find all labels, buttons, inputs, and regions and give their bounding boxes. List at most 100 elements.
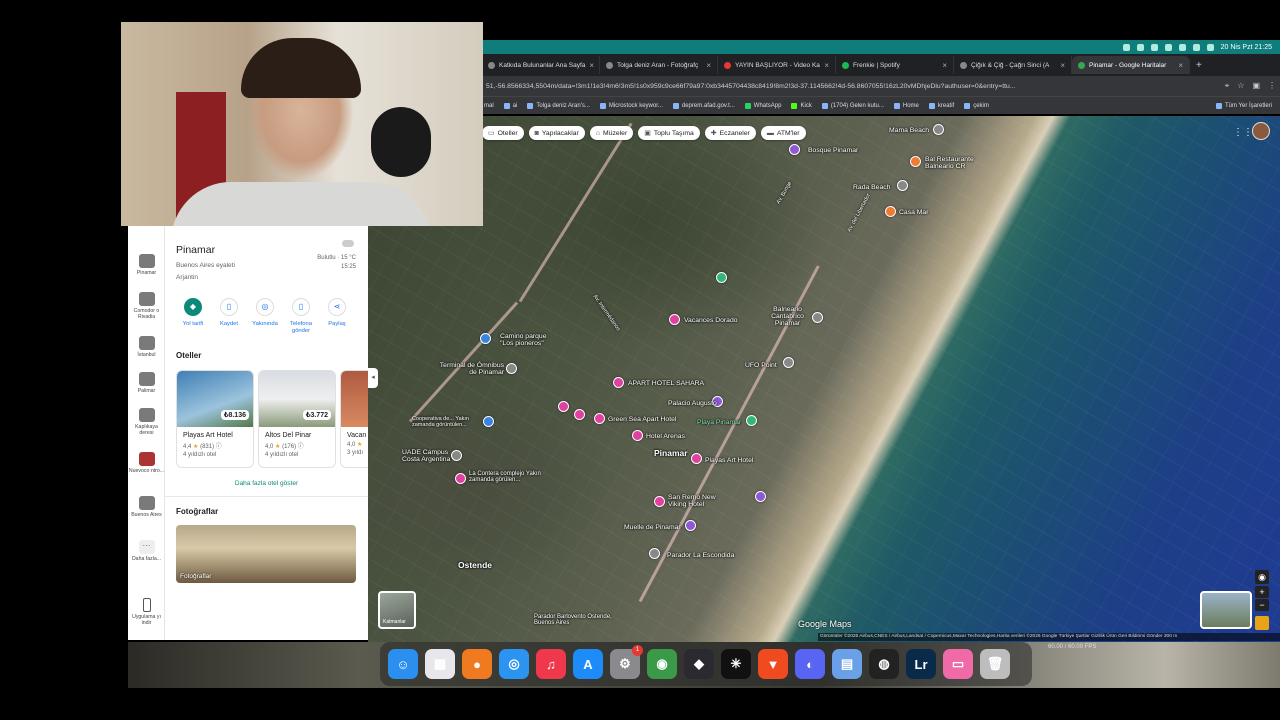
map-label-ufo[interactable]: UFO Point [745,362,777,369]
control-center-icon[interactable] [1206,43,1214,51]
bookmark-item[interactable]: Tolga deniz Aran's... [527,102,590,109]
map-pin-ufo[interactable] [783,357,794,368]
url-text[interactable]: 51,-56.8566334,5504m/data=!3m1!1e3!4m6!3… [486,83,1225,90]
tab-katkida[interactable]: Katkıda Bulunanlar Ana Sayfa × [482,56,600,74]
map-pin-park[interactable] [716,272,727,283]
map-pin-casa[interactable] [885,206,896,217]
map-pin-bosque[interactable] [789,144,800,155]
tray-icon[interactable] [1150,43,1158,51]
map-label-playas[interactable]: Playas Art Hotel [705,457,753,464]
bookmark-item[interactable]: ai [503,102,517,109]
map-pin-cursor-spot[interactable] [755,491,766,502]
sidebar-item-pinamar[interactable]: Pinamar [128,254,165,276]
hotel-card[interactable]: ₺8.136 Playas Art Hotel 4,4 ★ (831) ⓘ 4 … [176,370,254,468]
map-pin-sanremo[interactable] [654,496,665,507]
map-label-barlovento[interactable]: Parador Barlovento Ostende, Buenos Aires [534,614,614,626]
map-label-bal[interactable]: Bal Restaurante Balneario CR [925,156,985,170]
map-label-pinamar[interactable]: Pinamar [654,448,688,458]
map-pin-muelle[interactable] [685,520,696,531]
hotel-card[interactable]: Vacan 4,0 ★ 3 yıldı [340,370,368,468]
bookmark-item[interactable]: Microstock keywor... [599,102,663,109]
bookmark-item[interactable]: mal [484,103,494,109]
bookmark-item[interactable]: Home [893,102,919,109]
map-pin-hotel-a[interactable] [558,401,569,412]
close-icon[interactable]: × [589,61,594,70]
my-location-button[interactable]: ◉ [1255,570,1269,584]
sidebar-item-istanbul[interactable]: İstanbul [128,336,165,358]
davinci-icon[interactable]: ◆ [684,649,714,679]
map-label-playa[interactable]: Playa Pinamar [697,419,741,426]
all-bookmarks[interactable]: Tüm Yer İşaretleri [1215,102,1278,109]
map-pin-coop[interactable] [483,416,494,427]
map-pin-parador[interactable] [649,548,660,559]
map-pin-terminal[interactable] [506,363,517,374]
account-avatar[interactable] [1252,122,1270,140]
safari-icon[interactable]: ◎ [499,649,529,679]
system-settings-icon[interactable]: ⚙ 1 [610,645,643,679]
street-view-pegman-icon[interactable] [1255,616,1269,630]
search-icon[interactable] [1192,43,1200,51]
sidebar-item-more[interactable]: ··· Daha fazla... [128,540,165,562]
map-pin-playa[interactable] [746,415,757,426]
map-pin-hotel-b[interactable] [574,409,585,420]
close-icon[interactable]: × [824,61,829,70]
map-pin-arenas[interactable] [632,430,643,441]
map-label-arenas[interactable]: Hotel Arenas [646,433,685,440]
map-pin-mama-beach[interactable] [933,124,944,135]
location-icon[interactable]: ⌖ [1225,81,1230,91]
map-label-casa[interactable]: Casa Mar [899,209,928,216]
bookmark-item[interactable]: çekim [964,102,989,109]
sidebar-item-buenos-aires[interactable]: Buenos Aires [128,496,165,518]
map-label-coop[interactable]: Cooperativa de... Yakın zamanda görüntül… [412,416,484,428]
tray-icon[interactable] [1122,43,1130,51]
map-label-palacio[interactable]: Palacio Augusto [668,400,717,407]
tab-tolga[interactable]: Tolga deniz Aran - Fotoğrafç × [600,56,718,74]
tab-youtube[interactable]: YAYIN BAŞLIYOR - Video Ka × [718,56,836,74]
map-label-green[interactable]: Green Sea Apart Hotel [608,416,676,423]
google-apps-icon[interactable]: ⋮⋮ [1233,127,1253,138]
chrome-icon[interactable]: ◉ [647,649,677,679]
hotel-card[interactable]: ₺3.772 Altos Del Pinar 4,0 ★ (176) ⓘ 4 y… [258,370,336,468]
map-pin-playas[interactable] [691,453,702,464]
nearby-button[interactable]: ◎ Yakınında [247,298,283,335]
map-pin-green[interactable] [594,413,605,424]
chip-transit[interactable]: ▣ Toplu Taşıma [638,126,700,140]
clock[interactable]: 20 Nis Pzt 21:25 [1221,44,1272,51]
bookmark-item[interactable]: (1704) Gelen kutu... [821,102,884,109]
map-pin-uade[interactable] [451,450,462,461]
close-icon[interactable]: × [1060,61,1065,70]
tray-icon[interactable] [1136,43,1144,51]
map-pin-bal[interactable] [910,156,921,167]
place-photo[interactable]: Fotoğraflar [176,525,356,583]
info-icon[interactable]: ⓘ [298,444,304,450]
more-hotels-link[interactable]: Daha fazla otel göster [165,480,368,487]
bookmark-item[interactable]: WhatsApp [744,102,781,109]
launchpad-icon[interactable]: ▦ [425,649,455,679]
collapse-panel-button[interactable]: ◂ [368,368,378,388]
zoom-out-button[interactable]: − [1255,599,1269,611]
close-icon[interactable]: × [1178,61,1183,70]
sidebar-item-get-app[interactable]: Uygulama yı indir [128,598,165,626]
save-button[interactable]: ▯ Kaydet [211,298,247,335]
sidebar-item-palimar[interactable]: Palimar [128,372,165,394]
music-icon[interactable]: ♫ [536,649,566,679]
lightroom-icon[interactable]: Lr [906,649,936,679]
obs-icon[interactable]: ◍ [869,649,899,679]
discord-icon[interactable]: ◐ [795,649,825,679]
map-label-apart[interactable]: APART HOTEL SAHARA [628,380,704,387]
bluetooth-icon[interactable] [1164,43,1172,51]
map-label-rada[interactable]: Rada Beach [853,184,890,191]
chip-pharmacies[interactable]: ✚ Eczaneler [704,126,756,140]
map-label-balneario[interactable]: Balneario Cantabrico Pinamar [760,306,815,327]
map-label-vacances[interactable]: Vacances Dorado [684,317,738,324]
tab-cigik[interactable]: Çiğık & Çiğ - Çağrı Sinci (A × [954,56,1072,74]
sidebar-item-kaplikaya[interactable]: Kaplıkaya deresi [128,408,165,436]
map-label-bosque[interactable]: Bosque Pinamar [808,147,858,154]
bookmark-item[interactable]: Kick [791,102,812,109]
map-label-terminal[interactable]: Terminal de Ómnibus de Pinamar [438,362,504,376]
map-label-parador[interactable]: Parador La Escondida [667,552,734,559]
bookmark-star-icon[interactable]: ☆ [1237,81,1244,91]
wifi-icon[interactable] [1178,43,1186,51]
map-label-sanremo[interactable]: San Remo New Viking Hotel [668,494,723,508]
tab-google-maps[interactable]: Pinamar - Google Haritalar × [1072,56,1190,74]
